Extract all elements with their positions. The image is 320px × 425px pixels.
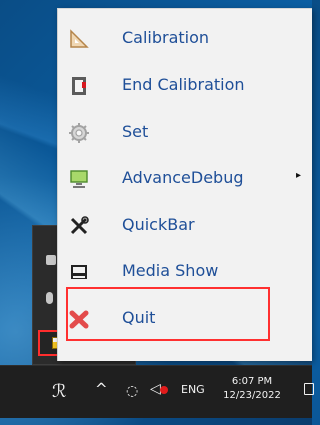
language-indicator[interactable]: ENG <box>181 383 205 396</box>
menu-item-end-calibration[interactable]: End Calibration <box>58 64 303 108</box>
media-show-icon <box>71 265 87 279</box>
hidden-tray-icon[interactable] <box>46 292 53 304</box>
menu-label: Set <box>122 122 149 141</box>
menu-label: Calibration <box>122 28 210 47</box>
taskbar: ℛ ^ ◌ ◁ ENG 6:07 PM 12/23/2022 <box>0 365 314 418</box>
monitor-icon <box>70 170 88 188</box>
close-icon <box>69 310 89 329</box>
menu-label: End Calibration <box>122 75 245 94</box>
network-icon[interactable]: ◌ <box>126 383 138 399</box>
notification-icon[interactable] <box>304 383 314 395</box>
tray-context-menu: Calibration End Calibration Set AdvanceD… <box>57 8 312 361</box>
menu-label: QuickBar <box>122 215 195 234</box>
hidden-tray-icon[interactable] <box>46 255 56 265</box>
menu-item-set[interactable]: Set <box>58 111 303 155</box>
menu-item-advancedebug[interactable]: AdvanceDebug ▸ <box>58 157 303 201</box>
menu-item-quickbar[interactable]: QuickBar <box>58 204 303 248</box>
gear-icon <box>69 123 89 143</box>
menu-item-calibration[interactable]: Calibration <box>58 17 303 61</box>
menu-label: Media Show <box>122 261 219 280</box>
muted-badge-icon <box>160 386 168 394</box>
clock-time: 6:07 PM <box>231 376 273 387</box>
menu-item-media-show[interactable]: Media Show <box>58 250 303 294</box>
clock[interactable]: 6:07 PM 12/23/2022 <box>218 375 286 403</box>
people-icon[interactable]: ℛ <box>52 381 66 402</box>
chevron-up-icon[interactable]: ^ <box>95 380 108 398</box>
tools-icon <box>70 216 89 235</box>
stop-calibration-icon <box>72 77 86 95</box>
submenu-arrow-icon: ▸ <box>295 170 301 181</box>
clock-date: 12/23/2022 <box>223 390 281 401</box>
menu-item-quit[interactable]: Quit <box>58 297 303 341</box>
triangle-ruler-icon <box>70 29 89 48</box>
menu-label: AdvanceDebug <box>122 168 244 187</box>
menu-label: Quit <box>122 308 156 327</box>
